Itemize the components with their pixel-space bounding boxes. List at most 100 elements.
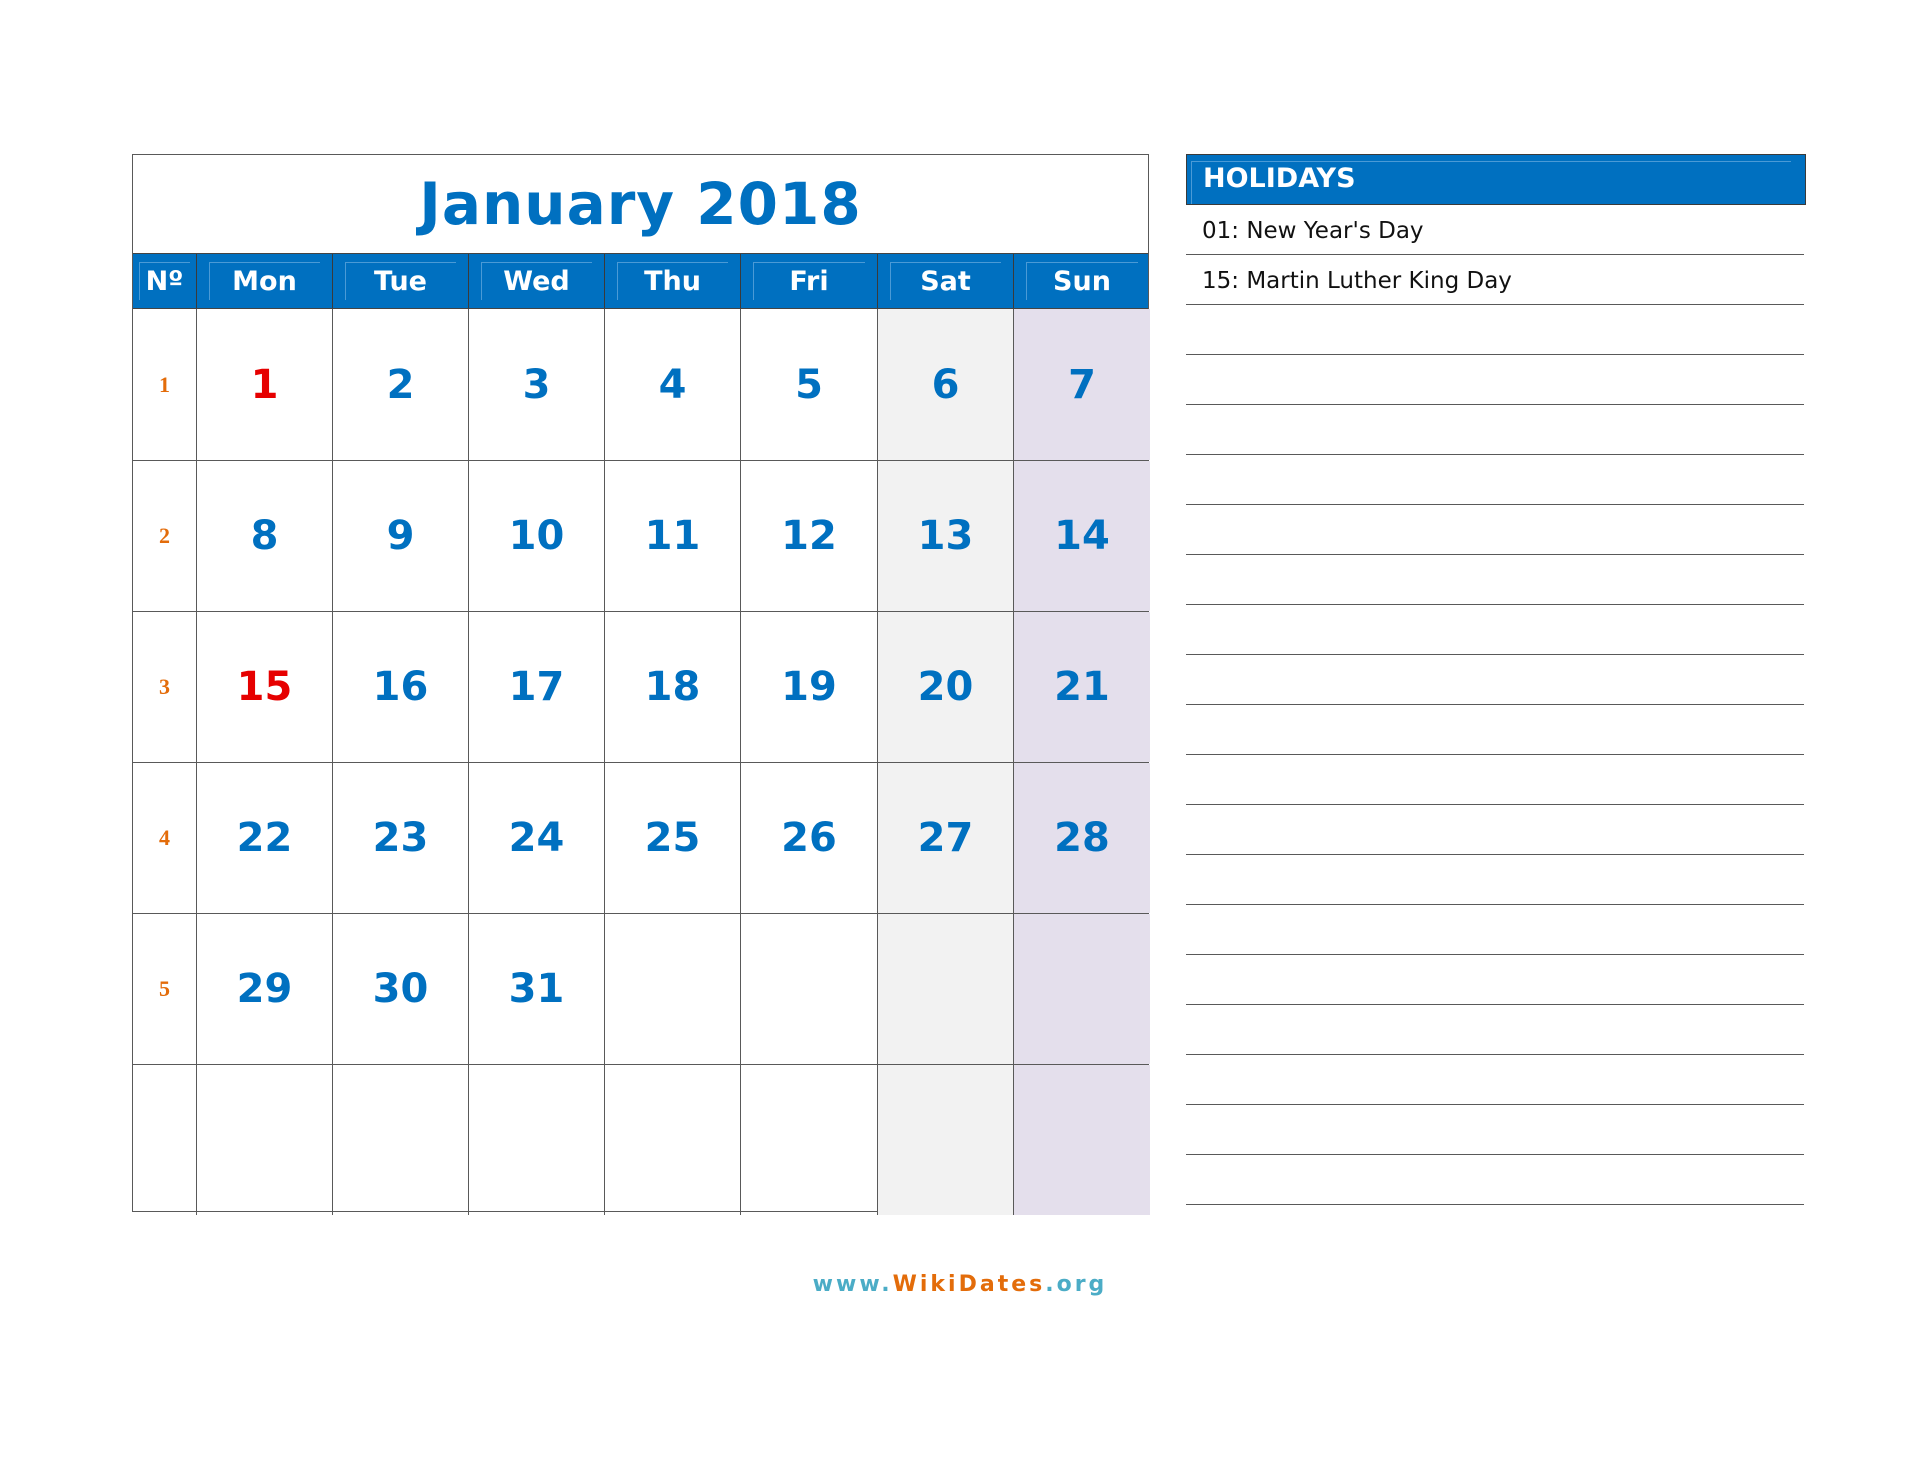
day-cell: [333, 1065, 469, 1215]
day-cell[interactable]: 19: [741, 612, 878, 762]
week-row: [133, 1064, 1150, 1215]
day-cell[interactable]: 9: [333, 461, 469, 611]
day-cell[interactable]: 5: [741, 309, 878, 460]
day-cell: [741, 914, 878, 1064]
day-cell[interactable]: 21: [1014, 612, 1150, 762]
day-cell[interactable]: 12: [741, 461, 878, 611]
week-number: 5: [159, 976, 170, 1001]
holiday-item: 01: New Year's Day: [1186, 205, 1804, 255]
week-number: 4: [159, 825, 170, 850]
day-cell: [605, 914, 741, 1064]
day-cell: [878, 914, 1014, 1064]
day-cell: [741, 1065, 878, 1215]
footer-prefix: www.: [812, 1272, 893, 1297]
day-number: 23: [372, 815, 429, 861]
header-label: Nº: [145, 265, 184, 297]
day-cell[interactable]: 25: [605, 763, 741, 913]
day-number: 9: [386, 513, 415, 559]
notes-line: [1186, 855, 1804, 905]
holidays-header: HOLIDAYS: [1186, 154, 1806, 205]
day-cell[interactable]: 11: [605, 461, 741, 611]
day-cell[interactable]: 22: [197, 763, 333, 913]
day-cell[interactable]: 31: [469, 914, 605, 1064]
day-cell[interactable]: 26: [741, 763, 878, 913]
day-cell[interactable]: 6: [878, 309, 1014, 460]
week-number-cell: 2: [133, 461, 197, 611]
day-number: 19: [781, 664, 837, 710]
week-row: 3 15 16 17 18 19 20 21: [133, 611, 1150, 762]
week-number-cell: 4: [133, 763, 197, 913]
day-number: 17: [508, 664, 565, 710]
week-row: 4 22 23 24 25 26 27 28: [133, 762, 1150, 913]
day-number: 18: [644, 664, 701, 710]
holiday-text: 15: Martin Luther King Day: [1202, 268, 1512, 294]
day-number: 31: [508, 966, 565, 1012]
notes-line: [1186, 555, 1804, 605]
header-wed: Wed: [469, 254, 605, 308]
header-label: Wed: [503, 265, 570, 297]
day-cell[interactable]: 2: [333, 309, 469, 460]
week-number-cell: 3: [133, 612, 197, 762]
footer-suffix: .org: [1045, 1272, 1108, 1297]
notes-line: [1186, 705, 1804, 755]
day-number: 20: [917, 664, 974, 710]
day-cell[interactable]: 18: [605, 612, 741, 762]
day-cell[interactable]: 14: [1014, 461, 1150, 611]
day-cell[interactable]: 23: [333, 763, 469, 913]
day-number: 3: [522, 361, 551, 408]
day-cell[interactable]: 13: [878, 461, 1014, 611]
header-week-number: Nº: [133, 254, 197, 308]
day-number: 24: [508, 815, 565, 861]
day-number: 15: [236, 664, 293, 710]
notes-line: [1186, 1155, 1804, 1205]
footer-website[interactable]: www.WikiDates.org: [0, 1272, 1920, 1297]
holiday-item: 15: Martin Luther King Day: [1186, 255, 1804, 305]
day-number: 16: [372, 664, 429, 710]
day-cell[interactable]: 28: [1014, 763, 1150, 913]
day-number: 21: [1054, 664, 1110, 710]
holidays-list: 01: New Year's Day 15: Martin Luther King…: [1186, 205, 1806, 1205]
notes-line: [1186, 1105, 1804, 1155]
day-cell[interactable]: 15: [197, 612, 333, 762]
month-title: January 2018: [419, 170, 862, 238]
notes-line: [1186, 605, 1804, 655]
day-cell[interactable]: 24: [469, 763, 605, 913]
header-label: Tue: [374, 265, 427, 297]
header-sun: Sun: [1014, 254, 1150, 308]
week-row: 1 1 2 3 4 5 6 7: [133, 309, 1150, 460]
day-number: 2: [386, 361, 415, 408]
day-cell[interactable]: 17: [469, 612, 605, 762]
day-cell[interactable]: 16: [333, 612, 469, 762]
notes-line: [1186, 955, 1804, 1005]
day-cell[interactable]: 29: [197, 914, 333, 1064]
header-fri: Fri: [741, 254, 878, 308]
day-cell[interactable]: 7: [1014, 309, 1150, 460]
week-row: 5 29 30 31: [133, 913, 1150, 1064]
day-cell[interactable]: 10: [469, 461, 605, 611]
day-number: 13: [917, 513, 974, 559]
week-row: 2 8 9 10 11 12 13 14: [133, 460, 1150, 611]
notes-line: [1186, 655, 1804, 705]
day-cell[interactable]: 30: [333, 914, 469, 1064]
header-label: Mon: [232, 265, 297, 297]
notes-line: [1186, 355, 1804, 405]
footer-brand: WikiDates: [892, 1272, 1046, 1297]
header-sat: Sat: [878, 254, 1014, 308]
day-number: 14: [1054, 513, 1110, 559]
day-cell[interactable]: 1: [197, 309, 333, 460]
day-cell[interactable]: 3: [469, 309, 605, 460]
day-cell[interactable]: 4: [605, 309, 741, 460]
day-cell: [605, 1065, 741, 1215]
weekday-header-row: Nº Mon Tue Wed Thu Fri Sat Sun: [133, 253, 1148, 309]
week-number: 2: [159, 523, 170, 548]
day-number: 28: [1054, 815, 1110, 861]
day-cell[interactable]: 27: [878, 763, 1014, 913]
week-number-cell: 1: [133, 309, 197, 460]
notes-line: [1186, 405, 1804, 455]
day-cell[interactable]: 20: [878, 612, 1014, 762]
header-label: Sat: [920, 265, 971, 297]
notes-line: [1186, 905, 1804, 955]
day-number: 11: [644, 513, 701, 559]
day-cell[interactable]: 8: [197, 461, 333, 611]
week-number-cell: 5: [133, 914, 197, 1064]
